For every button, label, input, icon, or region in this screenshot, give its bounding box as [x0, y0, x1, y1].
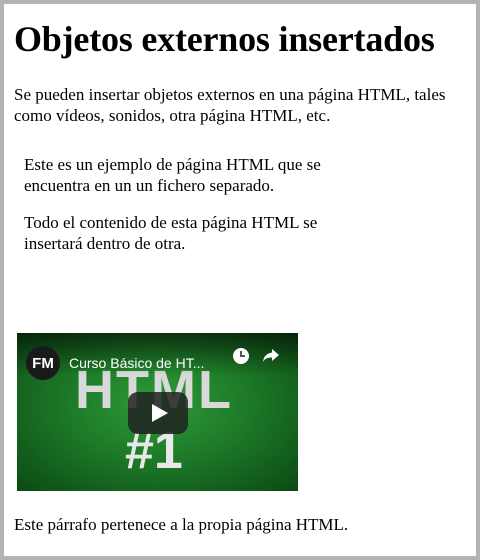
intro-paragraph: Se pueden insertar objetos externos en u…	[14, 85, 446, 125]
embedded-paragraph: Este es un ejemplo de página HTML que se…	[24, 155, 321, 195]
share-icon[interactable]	[261, 345, 281, 365]
video-title[interactable]: Curso Básico de HT...	[69, 355, 219, 371]
page-title: Objetos externos insertados	[14, 19, 435, 59]
embedded-html-frame: Este es un ejemplo de página HTML que se…	[14, 154, 374, 304]
embedded-paragraph: Todo el contenido de esta página HTML se…	[24, 213, 318, 253]
page: Objetos externos insertados Se pueden in…	[4, 4, 476, 556]
video-embed[interactable]: HTML #1 FM Curso Básico de HT...	[17, 333, 298, 491]
play-icon[interactable]	[128, 392, 188, 434]
footer-paragraph: Este párrafo pertenece a la propia págin…	[14, 515, 349, 534]
channel-avatar[interactable]: FM	[26, 346, 60, 380]
watch-later-icon[interactable]	[233, 348, 249, 364]
